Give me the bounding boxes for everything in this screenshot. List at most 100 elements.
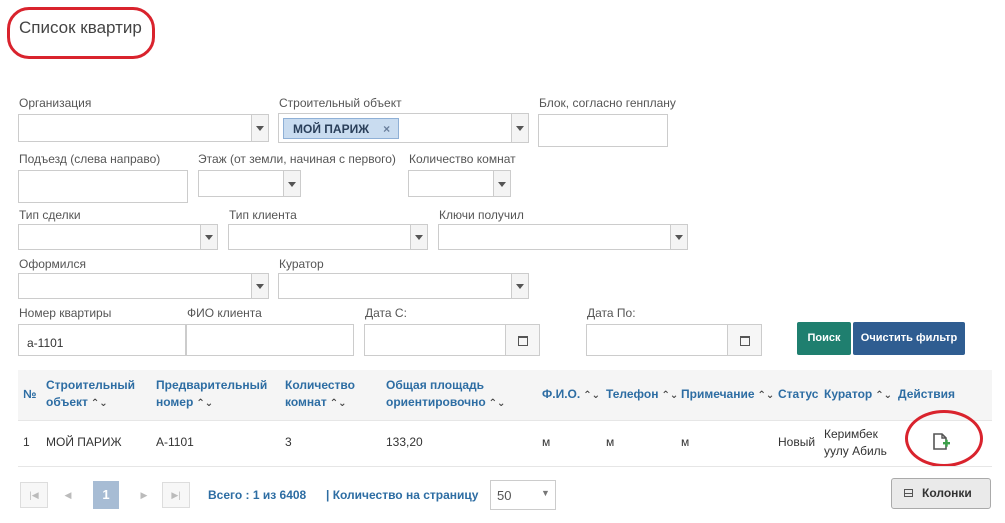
prev-page-button[interactable]: ◀ bbox=[54, 482, 82, 508]
col-phone[interactable]: Телефон ⌃⌄ bbox=[606, 386, 678, 404]
annotation-ring bbox=[7, 7, 155, 59]
client-type-select[interactable] bbox=[228, 224, 428, 250]
sort-icon[interactable]: ⌃⌄ bbox=[330, 398, 347, 409]
block-label: Блок, согласно генплану bbox=[539, 96, 676, 110]
cell-curator-line2: уулу Абиль bbox=[824, 444, 887, 458]
selected-tag: МОЙ ПАРИЖ × bbox=[283, 118, 400, 139]
col-object[interactable]: Строительный объект ⌃⌄ bbox=[46, 377, 135, 412]
chevron-down-icon bbox=[670, 225, 687, 249]
col-rooms-label: Количество bbox=[285, 378, 355, 392]
clear-filter-button[interactable]: Очистить фильтр bbox=[853, 322, 965, 355]
col-prelim-number[interactable]: Предварительный номер ⌃⌄ bbox=[156, 377, 267, 412]
cell-area: 133,20 bbox=[386, 435, 423, 449]
chevron-down-icon bbox=[200, 225, 217, 249]
col-area[interactable]: Общая площадь ориентировочно ⌃⌄ bbox=[386, 377, 505, 412]
apartment-number-input[interactable]: а-1101 bbox=[18, 324, 186, 356]
entrance-label: Подъезд (слева направо) bbox=[19, 152, 161, 166]
col-rooms[interactable]: Количество комнат ⌃⌄ bbox=[285, 377, 355, 412]
client-name-label: ФИО клиента bbox=[187, 306, 262, 320]
apartment-number-label: Номер квартиры bbox=[19, 306, 112, 320]
chevron-down-icon bbox=[410, 225, 427, 249]
registered-select[interactable] bbox=[18, 273, 269, 299]
cell-object: МОЙ ПАРИЖ bbox=[46, 435, 122, 449]
curator-select[interactable] bbox=[278, 273, 529, 299]
cell-curator-line1: Керимбек bbox=[824, 427, 878, 441]
organization-label: Организация bbox=[19, 96, 92, 110]
next-page-button[interactable]: ▶ bbox=[130, 482, 158, 508]
chevron-down-icon bbox=[251, 115, 268, 141]
col-actions: Действия bbox=[898, 387, 956, 401]
col-note[interactable]: Примечание ⌃⌄ bbox=[681, 386, 774, 404]
col-prelim-label: Предварительный bbox=[156, 378, 268, 392]
chevron-down-icon: ▼ bbox=[541, 488, 550, 498]
cell-phone: м bbox=[606, 435, 615, 449]
deal-type-label: Тип сделки bbox=[19, 208, 81, 222]
col-area-label-2: ориентировочно bbox=[386, 395, 486, 409]
col-rooms-label-2: комнат bbox=[285, 395, 327, 409]
per-page-select[interactable]: 50 ▼ bbox=[490, 480, 556, 510]
col-curator-label: Куратор bbox=[824, 387, 873, 401]
sort-icon[interactable]: ⌃⌄ bbox=[875, 390, 892, 401]
entrance-input[interactable] bbox=[18, 170, 188, 203]
col-prelim-label-2: номер bbox=[156, 395, 194, 409]
calendar-icon[interactable] bbox=[727, 325, 761, 355]
per-page-value: 50 bbox=[497, 488, 512, 503]
keys-received-select[interactable] bbox=[438, 224, 688, 250]
cell-prelim-number: А-1101 bbox=[156, 435, 194, 449]
organization-select[interactable] bbox=[18, 114, 269, 142]
sort-icon[interactable]: ⌃⌄ bbox=[489, 398, 506, 409]
chevron-down-icon bbox=[511, 114, 528, 142]
date-from-label: Дата С: bbox=[365, 306, 407, 320]
col-fio[interactable]: Ф.И.О. ⌃⌄ bbox=[542, 386, 600, 404]
floor-select[interactable] bbox=[198, 170, 301, 197]
date-from-input[interactable] bbox=[364, 324, 540, 356]
search-button[interactable]: Поиск bbox=[797, 322, 851, 355]
cell-curator: Керимбек уулу Абиль bbox=[824, 426, 887, 460]
calendar-icon[interactable] bbox=[505, 325, 539, 355]
floor-label: Этаж (от земли, начиная с первого) bbox=[198, 152, 396, 166]
sort-icon[interactable]: ⌃⌄ bbox=[758, 390, 775, 401]
sort-icon[interactable]: ⌃⌄ bbox=[91, 398, 108, 409]
building-object-select[interactable]: МОЙ ПАРИЖ × bbox=[278, 113, 529, 143]
col-curator[interactable]: Куратор ⌃⌄ bbox=[824, 386, 892, 404]
columns-button[interactable]: Колонки bbox=[891, 478, 991, 509]
divider bbox=[18, 420, 992, 421]
col-phone-label: Телефон bbox=[606, 387, 659, 401]
annotation-ring bbox=[905, 410, 983, 467]
col-object-label-2: объект bbox=[46, 395, 88, 409]
remove-tag-icon[interactable]: × bbox=[383, 122, 390, 136]
client-type-label: Тип клиента bbox=[229, 208, 297, 222]
curator-label: Куратор bbox=[279, 257, 324, 271]
col-status: Статус bbox=[778, 387, 819, 401]
last-page-button[interactable]: ▶| bbox=[162, 482, 190, 508]
table-icon bbox=[904, 489, 913, 497]
apartment-number-value: а-1101 bbox=[27, 336, 64, 350]
building-object-label: Строительный объект bbox=[279, 96, 402, 110]
rooms-label: Количество комнат bbox=[409, 152, 516, 166]
chevron-down-icon bbox=[511, 274, 528, 298]
cell-note: м bbox=[681, 435, 690, 449]
cell-status: Новый bbox=[778, 435, 816, 449]
chevron-down-icon bbox=[283, 171, 300, 196]
col-area-label: Общая площадь bbox=[386, 378, 485, 392]
divider bbox=[18, 466, 992, 467]
registered-label: Оформился bbox=[19, 257, 87, 271]
sort-icon[interactable]: ⌃⌄ bbox=[661, 390, 678, 401]
date-to-label: Дата По: bbox=[587, 306, 636, 320]
client-name-input[interactable] bbox=[186, 324, 354, 356]
cell-fio: м bbox=[542, 435, 551, 449]
deal-type-select[interactable] bbox=[18, 224, 218, 250]
date-to-input[interactable] bbox=[586, 324, 762, 356]
cell-num: 1 bbox=[23, 435, 30, 449]
block-input[interactable] bbox=[538, 114, 668, 147]
first-page-button[interactable]: |◀ bbox=[20, 482, 48, 508]
columns-button-label: Колонки bbox=[922, 486, 972, 500]
pagination-summary: Всего : 1 из 6408 bbox=[208, 488, 307, 502]
per-page-label: | Количество на страницу bbox=[326, 488, 479, 502]
current-page-button[interactable]: 1 bbox=[93, 481, 119, 509]
sort-icon[interactable]: ⌃⌄ bbox=[583, 390, 600, 401]
chevron-down-icon bbox=[251, 274, 268, 298]
keys-received-label: Ключи получил bbox=[439, 208, 524, 222]
sort-icon[interactable]: ⌃⌄ bbox=[196, 398, 213, 409]
rooms-select[interactable] bbox=[408, 170, 511, 197]
